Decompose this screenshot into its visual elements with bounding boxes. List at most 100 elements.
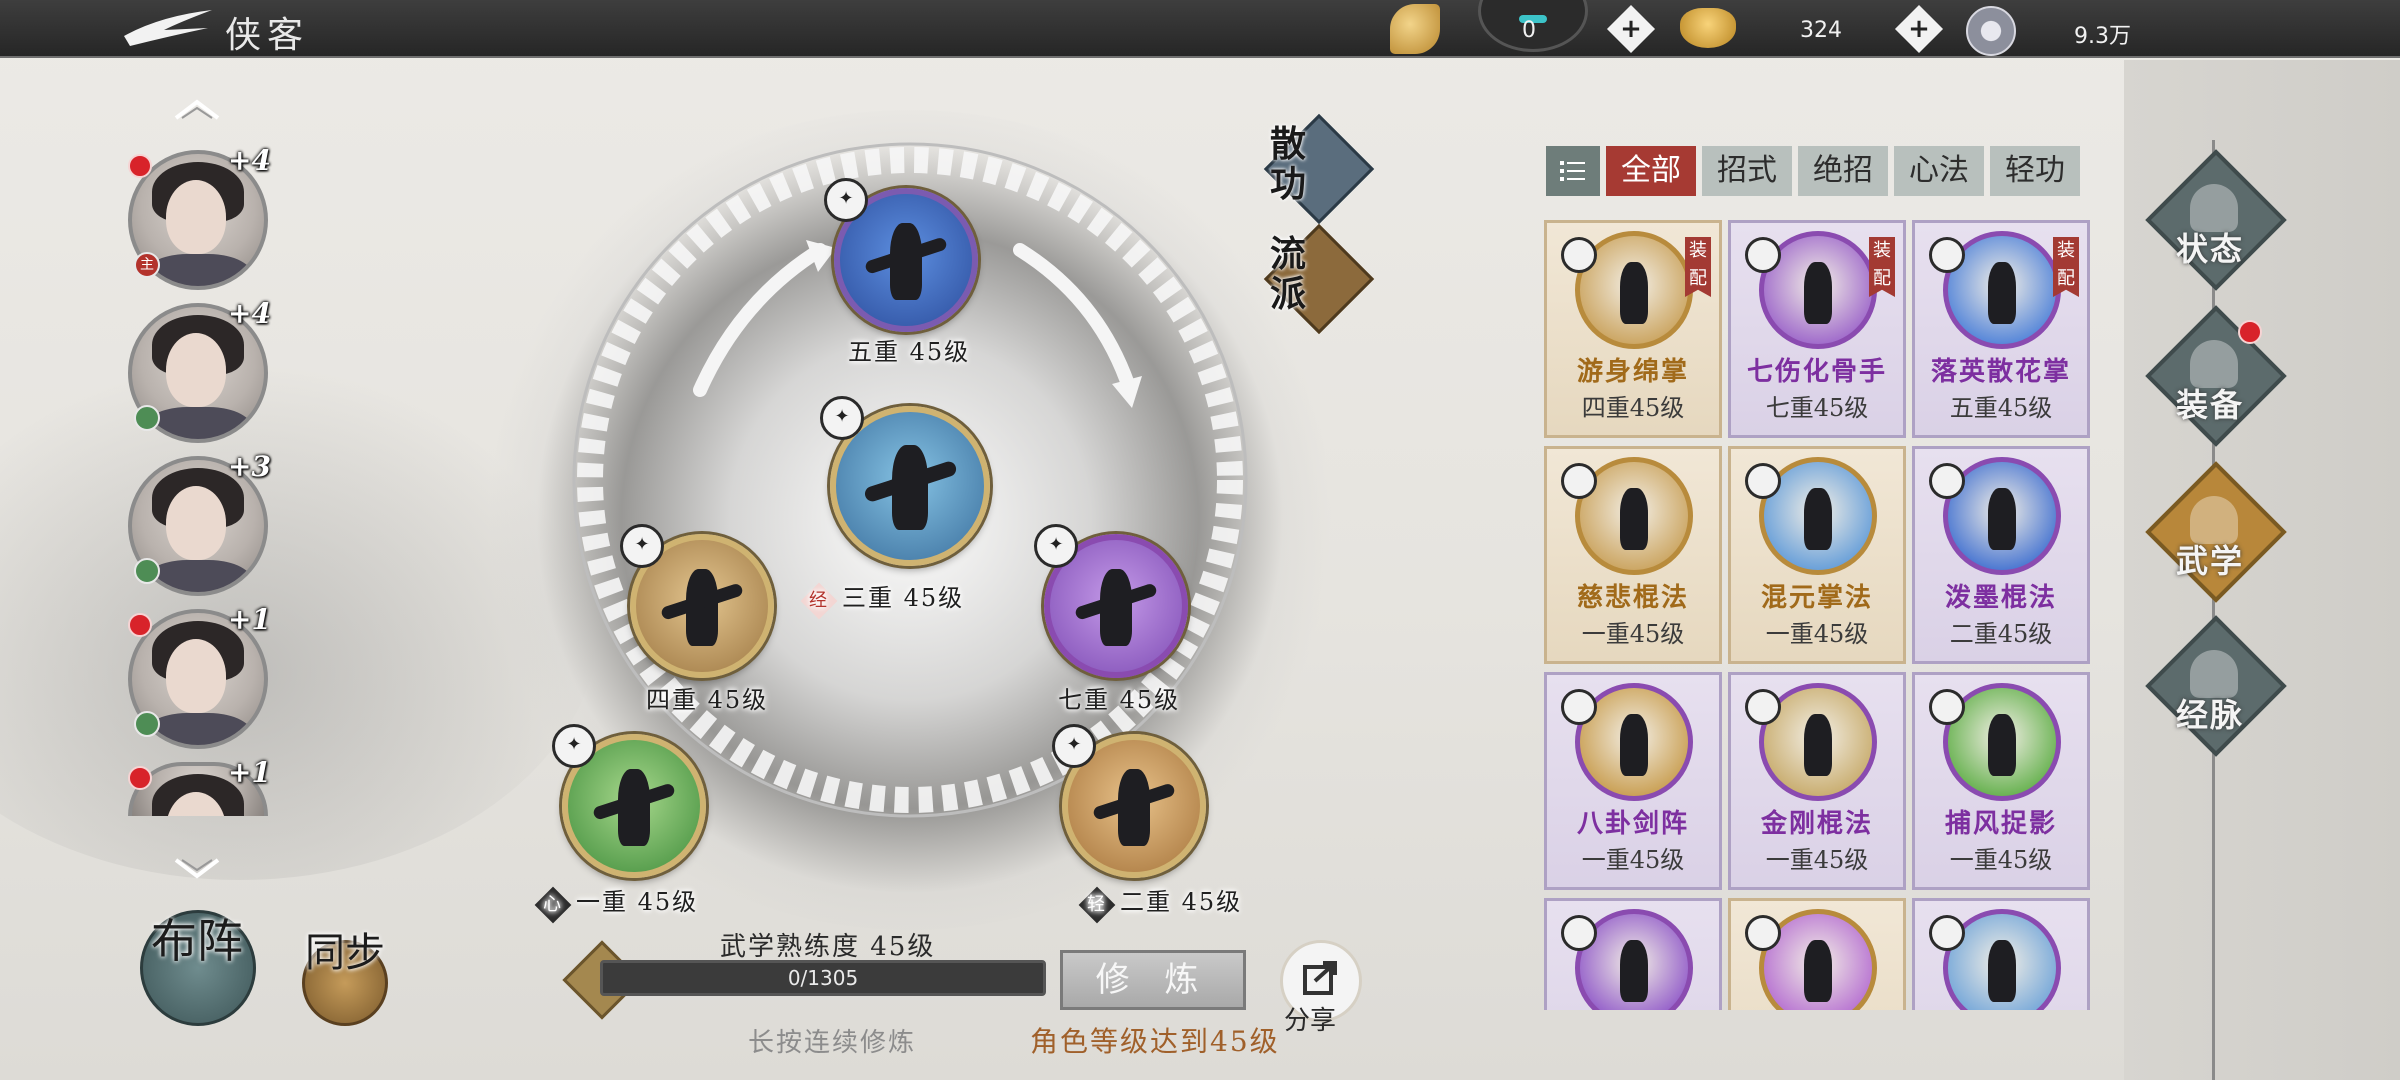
- skill-type-icon: [1929, 463, 1965, 499]
- filter-tab-2[interactable]: 绝招: [1798, 146, 1888, 196]
- notification-dot: [128, 613, 152, 637]
- back-arrow-icon[interactable]: [120, 6, 215, 52]
- plus-icon: +: [1620, 14, 1642, 44]
- martial-artist-figure: [1804, 488, 1832, 550]
- skill-card[interactable]: 捕风捉影一重45级: [1912, 672, 2090, 890]
- notification-dot: [128, 766, 152, 790]
- martial-artist-figure: [1620, 940, 1648, 1002]
- skill-type-icon: [1561, 463, 1597, 499]
- skill-card[interactable]: [1728, 898, 1906, 1010]
- skill-card[interactable]: 慈悲棍法 一重45级: [1544, 446, 1722, 664]
- skill-type-icon: ✦: [1052, 724, 1096, 768]
- skill-grid: 游身绵掌 四重45级 装配 七伤化骨手 七重45级 装配 落英散花掌 五重45级 装配 慈悲棍法一…: [1544, 220, 2094, 1010]
- hero-rank: +4: [228, 144, 271, 177]
- skill-card[interactable]: [1544, 898, 1722, 1010]
- martial-artist-figure: [1620, 714, 1648, 776]
- skill-card[interactable]: [1912, 898, 2090, 1010]
- list-icon: [1560, 161, 1585, 181]
- scroll-up-chevron-icon[interactable]: [174, 98, 220, 120]
- skill-type-icon: ✦: [1034, 524, 1078, 568]
- skill-slot-level: 经三重 45级: [800, 578, 964, 620]
- skill-name: 慈悲棍法: [1576, 583, 1689, 613]
- martial-artist-figure: [1620, 262, 1648, 324]
- hero-face: [166, 180, 226, 254]
- share-icon: [1303, 961, 1337, 995]
- skill-slot-level: 四重 45级: [646, 680, 768, 715]
- skill-slot-level-text: 七重 45级: [1058, 686, 1181, 714]
- level-requirement: 角色等级达到45级: [1030, 1025, 1280, 1058]
- silver-coin-icon: [1966, 6, 2016, 56]
- mastery-progress-bar: 0/1305: [600, 960, 1046, 996]
- hero-face: [166, 639, 226, 713]
- filter-tab-4[interactable]: 轻功: [1990, 146, 2080, 196]
- skill-card[interactable]: 七伤化骨手 七重45级 装配: [1728, 220, 1906, 438]
- martial-artist-figure: [1988, 488, 2016, 550]
- skill-card[interactable]: 泼墨棍法二重45级: [1912, 446, 2090, 664]
- skill-name: 混元掌法: [1760, 583, 1873, 613]
- skill-name: 捕风捉影: [1944, 809, 2057, 839]
- skill-card[interactable]: 落英散花掌 五重45级 装配: [1912, 220, 2090, 438]
- skill-level: 一重45级: [1949, 846, 2053, 874]
- side-nav-label: 装备: [2176, 386, 2245, 424]
- skill-slot-tag: 心: [534, 886, 572, 924]
- skill-level: 四重45级: [1581, 394, 1685, 422]
- skill-level: 七重45级: [1765, 394, 1869, 422]
- equipped-tag: 装配: [1869, 237, 1895, 297]
- list-view-button[interactable]: [1546, 146, 1600, 196]
- filter-tab-0[interactable]: 全部: [1606, 146, 1696, 196]
- school-label: 流派: [1270, 233, 1307, 315]
- skill-slot-level-text: 四重 45级: [646, 686, 769, 714]
- resource-value-silver: 9.3万: [2074, 24, 2131, 49]
- hero-rank: +1: [228, 756, 271, 789]
- skill-type-icon: [1561, 915, 1597, 951]
- page-title: 侠客: [225, 15, 310, 56]
- jade-leaf-icon: [1390, 4, 1440, 54]
- filter-tab-1[interactable]: 招式: [1702, 146, 1792, 196]
- side-nav-label: 经脉: [2176, 696, 2245, 734]
- skill-slot-level: 七重 45级: [1058, 680, 1180, 715]
- train-button[interactable]: 修 炼: [1060, 950, 1246, 1010]
- martial-artist-figure: [1804, 940, 1832, 1002]
- skill-slot-tag-text: 轻: [1087, 894, 1107, 915]
- skill-card[interactable]: 金刚棍法 一重45级: [1728, 672, 1906, 890]
- skill-type-icon: [1561, 237, 1597, 273]
- skill-level: 五重45级: [1949, 394, 2053, 422]
- hero-element-badge: [134, 405, 160, 431]
- skill-name: 游身绵掌: [1576, 357, 1689, 387]
- side-nav-label: 武学: [2176, 542, 2245, 580]
- side-nav-label: 状态: [2176, 230, 2245, 268]
- skill-type-icon: [1929, 915, 1965, 951]
- skill-slot-level: 轻二重 45级: [1078, 882, 1243, 924]
- skill-card[interactable]: 混元掌法 一重45级: [1728, 446, 1906, 664]
- martial-artist-figure: [1804, 262, 1832, 324]
- hero-element-badge: [134, 558, 160, 584]
- skill-slot-tag: 轻: [1078, 886, 1116, 924]
- hero-rank: +1: [228, 603, 271, 636]
- add-gold-button[interactable]: +: [1894, 4, 1944, 54]
- sync-button[interactable]: 同步: [302, 931, 388, 1026]
- skill-level: 二重45级: [1949, 620, 2053, 648]
- filter-tab-3[interactable]: 心法: [1894, 146, 1984, 196]
- mastery-title: 武学熟练度 45级: [720, 932, 936, 962]
- skill-type-icon: [1929, 237, 1965, 273]
- hero-rank: +3: [228, 450, 271, 483]
- add-jade-button[interactable]: +: [1606, 4, 1656, 54]
- skill-name: 落英散花掌: [1930, 357, 2071, 387]
- mastery-progress-text: 0/1305: [787, 966, 859, 990]
- skill-type-icon: [1745, 915, 1781, 951]
- equipped-tag: 装配: [1685, 237, 1711, 297]
- skill-type-icon: [1745, 237, 1781, 273]
- skill-card[interactable]: 游身绵掌四重45级 装配: [1544, 220, 1722, 438]
- gold-ingot-icon: [1680, 8, 1736, 48]
- skill-slot-level-text: 二重 45级: [1120, 888, 1243, 916]
- hero-rank: +4: [228, 297, 271, 330]
- skill-type-icon: [1745, 689, 1781, 725]
- formation-button[interactable]: 布阵: [140, 910, 256, 1026]
- skill-level: 一重45级: [1581, 846, 1685, 874]
- skill-card[interactable]: 八卦剑阵 一重45级: [1544, 672, 1722, 890]
- skill-name: 泼墨棍法: [1944, 583, 2057, 613]
- scroll-down-chevron-icon[interactable]: [174, 858, 220, 880]
- skill-type-icon: ✦: [552, 724, 596, 768]
- martial-artist-figure: [1620, 488, 1648, 550]
- skill-slot-level-text: 五重 45级: [848, 338, 971, 366]
